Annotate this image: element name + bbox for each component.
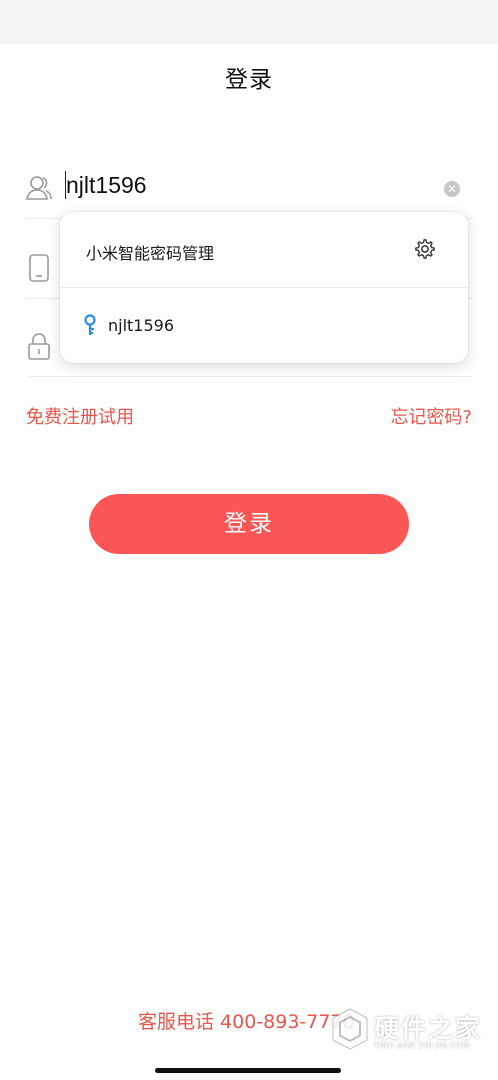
- gear-icon[interactable]: [414, 238, 436, 260]
- username-input[interactable]: njlt1596: [66, 172, 147, 199]
- forgot-password-link[interactable]: 忘记密码?: [390, 403, 472, 429]
- status-bar: [0, 0, 498, 44]
- autofill-title: 小米智能密码管理: [86, 244, 215, 263]
- home-indicator[interactable]: [155, 1068, 341, 1073]
- autofill-popup: 小米智能密码管理 njlt1596: [60, 212, 468, 363]
- saved-account-label: njlt1596: [108, 316, 175, 335]
- clear-icon[interactable]: ✕: [444, 181, 460, 197]
- register-link[interactable]: 免费注册试用: [26, 403, 134, 429]
- username-row: njlt1596 ✕: [26, 160, 472, 219]
- service-phone[interactable]: 客服电话 400-893-7770: [138, 1007, 355, 1034]
- watermark-name: 硬件之家: [374, 1014, 483, 1043]
- key-icon: [84, 314, 96, 335]
- phone-icon: [29, 254, 49, 282]
- watermark: 硬件之家 YING JIAN ZHI JIA.COM: [330, 1005, 490, 1055]
- login-button[interactable]: 登录: [89, 494, 409, 554]
- watermark-logo-icon: [332, 1008, 368, 1050]
- lock-icon: [28, 333, 50, 360]
- watermark-sub: YING JIAN ZHI JIA.COM: [374, 1041, 470, 1050]
- popup-divider: [60, 287, 468, 288]
- user-icon: [26, 176, 52, 200]
- page-title: 登录: [225, 67, 273, 93]
